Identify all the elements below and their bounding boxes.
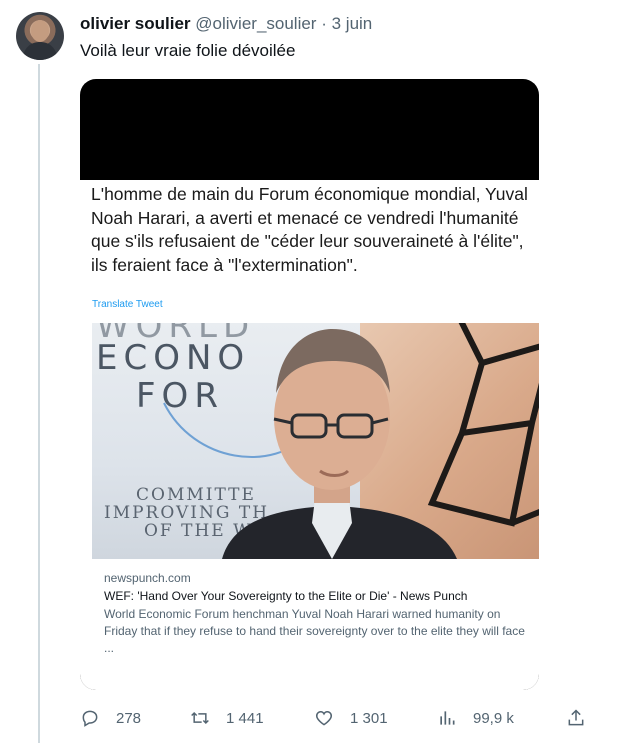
author-handle[interactable]: @olivier_soulier bbox=[195, 14, 316, 33]
quoted-tweet-text: L'homme de main du Forum économique mond… bbox=[91, 184, 528, 275]
avatar[interactable] bbox=[16, 12, 64, 60]
separator-dot: · bbox=[321, 14, 327, 33]
reply-button[interactable]: 278 bbox=[80, 705, 141, 731]
like-count: 1 301 bbox=[350, 709, 388, 727]
author-name[interactable]: olivier soulier bbox=[80, 14, 191, 33]
card-domain: newspunch.com bbox=[104, 571, 191, 585]
card-description: World Economic Forum henchman Yuval Noah… bbox=[104, 607, 525, 655]
thread-line bbox=[38, 64, 40, 743]
embedded-screenshot: L'homme de main du Forum économique mond… bbox=[80, 180, 539, 690]
tweet-header: olivier soulier @olivier_soulier · 3 jui… bbox=[80, 13, 372, 35]
tweet-actions: 278 1 441 1 301 99,9 k bbox=[80, 705, 588, 731]
views-icon bbox=[440, 711, 455, 725]
card-photo: WORLD ECONO FOR COMMITTE IMPROVING TH OF… bbox=[92, 323, 539, 559]
views-count: 99,9 k bbox=[473, 709, 514, 727]
card-title: WEF: 'Hand Over Your Sovereignty to the … bbox=[104, 589, 468, 603]
reply-count: 278 bbox=[116, 709, 142, 727]
retweet-icon bbox=[191, 711, 209, 725]
tweet-date[interactable]: 3 juin bbox=[332, 14, 373, 33]
tweet-media-image[interactable]: L'homme de main du Forum économique mond… bbox=[80, 79, 539, 690]
reply-icon bbox=[82, 710, 98, 727]
views-button[interactable]: 99,9 k bbox=[437, 705, 514, 731]
retweet-button[interactable]: 1 441 bbox=[190, 705, 264, 731]
share-button[interactable] bbox=[566, 705, 586, 731]
tweet-text: Voilà leur vraie folie dévoilée bbox=[80, 41, 296, 60]
translate-tweet-link: Translate Tweet bbox=[92, 299, 163, 310]
share-icon bbox=[568, 709, 584, 726]
retweet-count: 1 441 bbox=[226, 709, 264, 727]
like-icon bbox=[315, 710, 333, 726]
like-button[interactable]: 1 301 bbox=[314, 705, 388, 731]
link-card: WORLD ECONO FOR COMMITTE IMPROVING TH OF… bbox=[92, 323, 539, 690]
person-portrait bbox=[222, 329, 457, 559]
